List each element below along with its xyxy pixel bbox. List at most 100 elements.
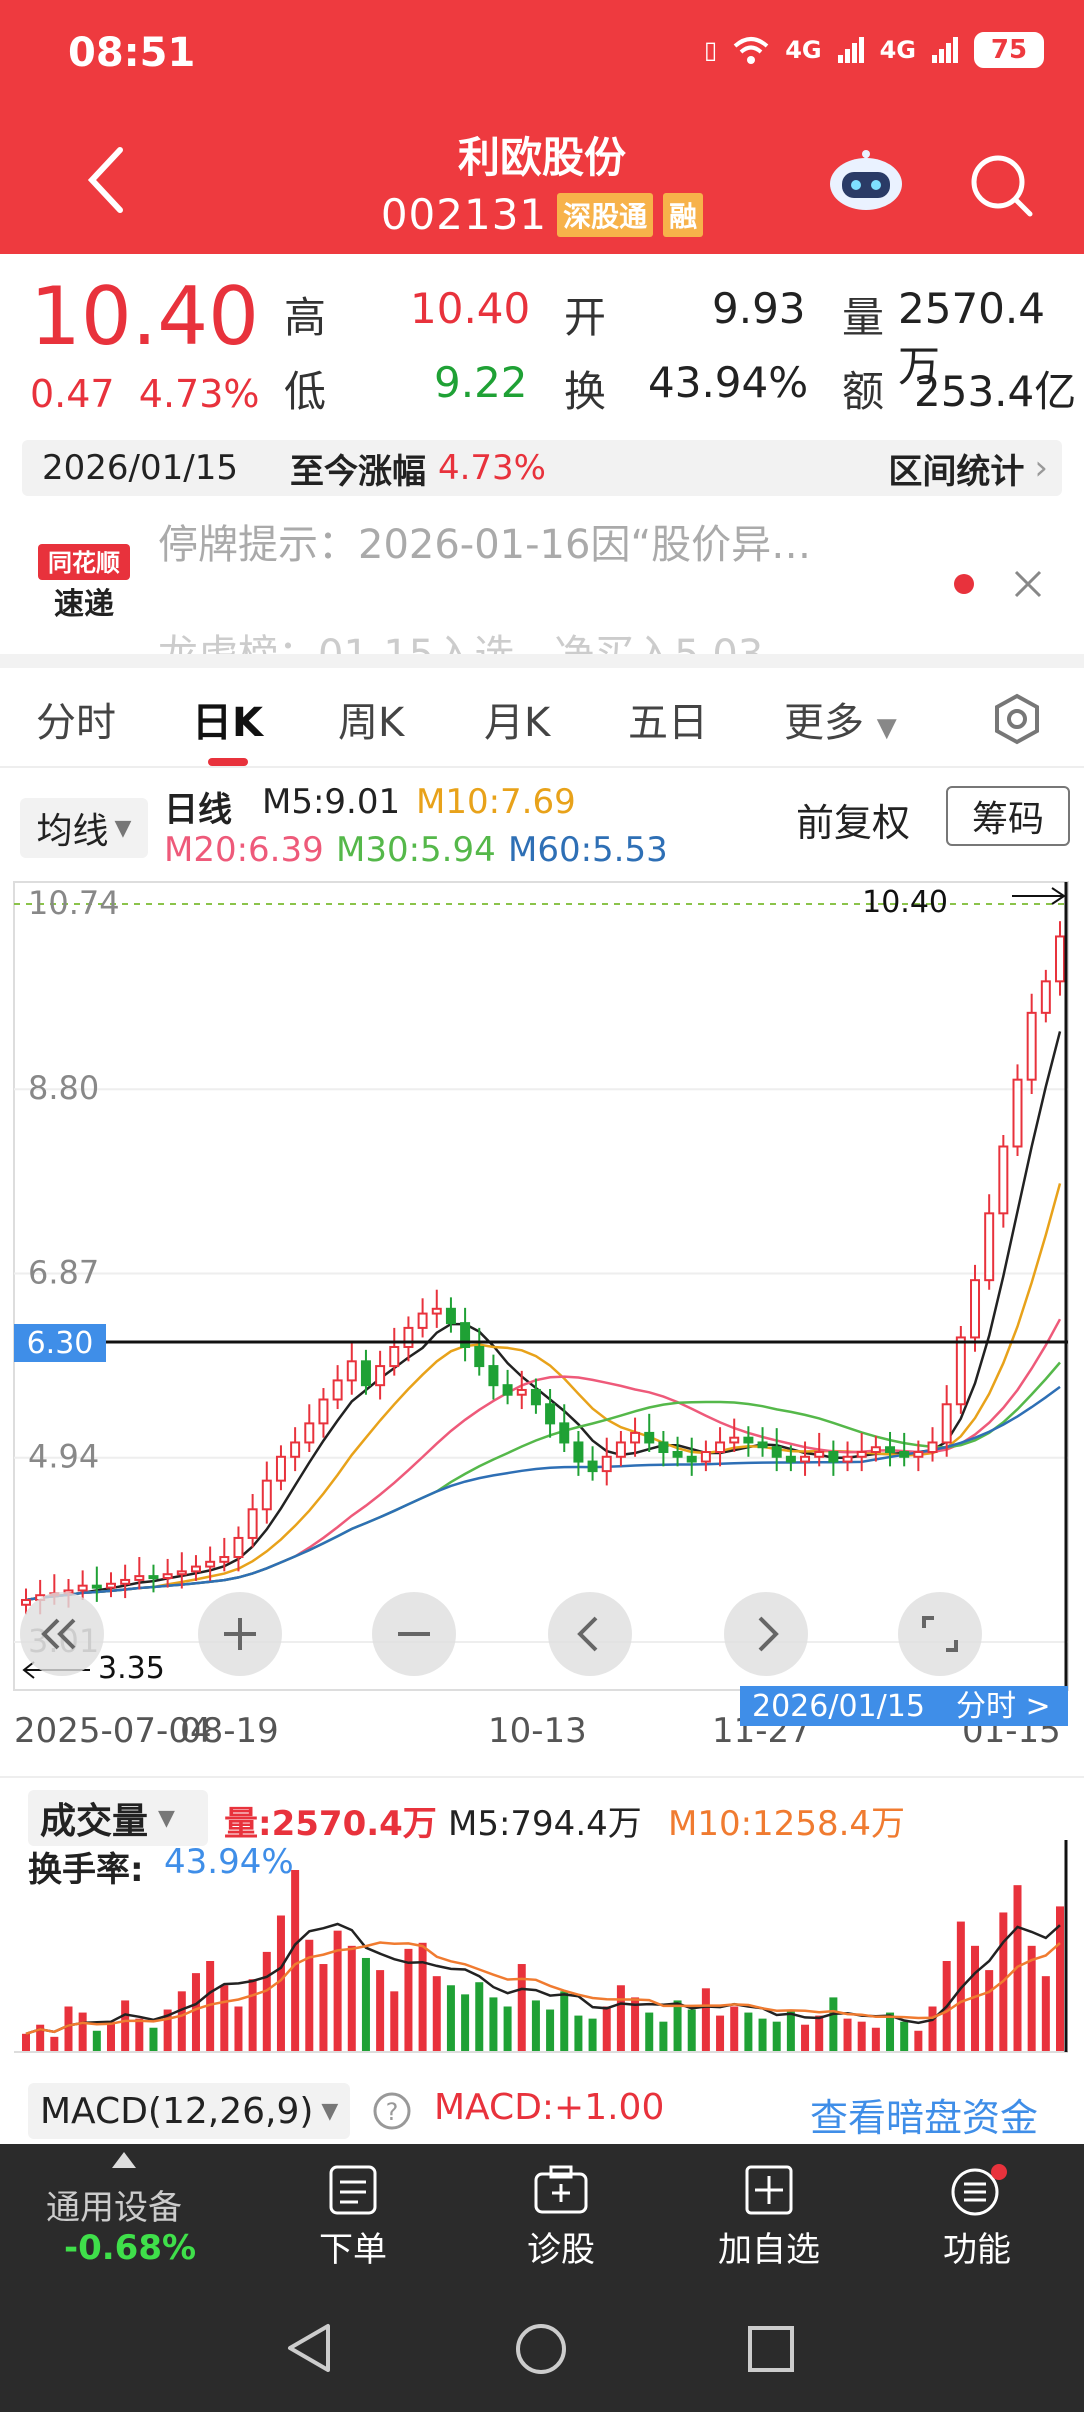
fullscreen-button[interactable] bbox=[898, 1592, 982, 1676]
connect-tag: 深股通 bbox=[557, 192, 654, 237]
adjust-button[interactable]: 前复权 bbox=[796, 792, 910, 847]
candle-body bbox=[800, 1455, 811, 1463]
tab-intraday[interactable]: 分时 bbox=[36, 690, 116, 748]
volume-bar bbox=[687, 2009, 696, 2052]
candle-body bbox=[360, 1360, 371, 1387]
add-watchlist-button[interactable]: 加自选 bbox=[694, 2164, 844, 2271]
last-price: 10.40 bbox=[30, 270, 260, 363]
volume-bar bbox=[602, 2006, 611, 2052]
news-notice[interactable]: 同花顺 速递 停牌提示：2026-01-16因“股价异… 龙虎榜：01-15入选… bbox=[0, 504, 1084, 654]
function-button[interactable]: 功能 bbox=[902, 2164, 1052, 2271]
volume-bar bbox=[673, 2000, 682, 2052]
hint-date: 2026/01/15 bbox=[752, 1689, 925, 1724]
volume-bar bbox=[234, 2006, 243, 2052]
order-button[interactable]: 下单 bbox=[278, 2164, 428, 2271]
candle-body bbox=[516, 1388, 527, 1396]
settings-icon[interactable] bbox=[990, 692, 1044, 746]
unread-dot-icon bbox=[954, 574, 974, 594]
search-icon[interactable] bbox=[966, 150, 1036, 220]
volume-bar bbox=[149, 2027, 158, 2052]
chart-gridlines bbox=[14, 903, 1068, 1643]
candle-body bbox=[757, 1441, 768, 1449]
nav-home-icon[interactable] bbox=[514, 2322, 568, 2376]
tab-weekly-k[interactable]: 周K bbox=[338, 690, 404, 748]
tab-daily-k[interactable]: 日K bbox=[192, 690, 263, 748]
amount-value: 253.4亿 bbox=[914, 367, 1077, 416]
candle-body bbox=[856, 1451, 867, 1458]
candle-body bbox=[105, 1582, 116, 1589]
candle-body bbox=[729, 1436, 740, 1444]
volume-bar bbox=[517, 1964, 526, 2052]
volume-bar bbox=[347, 1945, 356, 2052]
ma10-line bbox=[25, 1183, 1062, 1602]
ma-dropdown[interactable]: 均线 ▼ bbox=[20, 798, 148, 858]
macd-label: MACD(12,26,9) bbox=[40, 2090, 314, 2132]
tab-more-label: 更多 bbox=[784, 700, 864, 746]
volume-m10: M10:1258.4万 bbox=[668, 1804, 906, 1844]
volume-value: 量:2570.4万 bbox=[224, 1804, 437, 1844]
volume-bar bbox=[404, 1948, 413, 2052]
y-tick-label: 8.80 bbox=[28, 1069, 99, 1107]
zoom-out-button[interactable] bbox=[372, 1592, 456, 1676]
candle-body bbox=[445, 1307, 456, 1325]
candle-body bbox=[389, 1345, 400, 1368]
volume-bar bbox=[914, 2030, 923, 2052]
interval-bar[interactable]: 2026/01/15 至今涨幅 4.73% 区间统计 › bbox=[22, 440, 1062, 496]
volume-bar bbox=[560, 1991, 569, 2052]
scroll-right-button[interactable] bbox=[724, 1592, 808, 1676]
device-label[interactable]: 通用设备 bbox=[46, 2180, 182, 2229]
chips-button[interactable]: 筹码 bbox=[946, 786, 1070, 846]
hidden-fund-link[interactable]: 查看暗盘资金 bbox=[810, 2087, 1038, 2142]
volume-bar bbox=[531, 2000, 540, 2052]
vibrate-icon: ▯ bbox=[703, 36, 718, 64]
fast-back-button[interactable] bbox=[20, 1592, 104, 1676]
ma5-line bbox=[25, 1031, 1062, 1602]
active-tab-indicator bbox=[208, 758, 248, 766]
volume-bar bbox=[645, 2012, 654, 2052]
volume-dropdown[interactable]: 成交量 ▼ bbox=[28, 1790, 208, 1846]
ma5-value: M5:9.01 bbox=[262, 782, 401, 822]
caret-down-icon: ▼ bbox=[876, 713, 897, 743]
tab-five-day[interactable]: 五日 bbox=[628, 690, 708, 748]
candlestick-chart[interactable]: 10.748.806.874.943.01 2025-07-0408-1910-… bbox=[0, 878, 1084, 1758]
candle-body bbox=[21, 1598, 31, 1606]
robot-assistant-icon[interactable] bbox=[826, 148, 906, 214]
candle-body bbox=[290, 1441, 301, 1458]
volume-bar bbox=[489, 1997, 498, 2052]
candle-body bbox=[587, 1460, 598, 1473]
candle-body bbox=[205, 1560, 216, 1568]
margin-tag: 融 bbox=[663, 192, 704, 237]
candle-body bbox=[247, 1508, 258, 1539]
candle-body bbox=[91, 1584, 102, 1589]
candle-body bbox=[530, 1388, 541, 1406]
nav-recents-icon[interactable] bbox=[746, 2324, 796, 2374]
candle-body bbox=[885, 1446, 896, 1454]
macd-dropdown[interactable]: MACD(12,26,9) ▼ bbox=[28, 2083, 351, 2139]
diagnose-button[interactable]: 诊股 bbox=[486, 2164, 636, 2271]
scroll-left-button[interactable] bbox=[548, 1592, 632, 1676]
system-nav-bar bbox=[0, 2284, 1084, 2412]
price-change: 0.47 4.73% bbox=[30, 372, 260, 416]
ma-period: 日线 bbox=[164, 790, 232, 830]
interval-stats-button[interactable]: 区间统计 bbox=[888, 444, 1024, 493]
volume-bar bbox=[22, 2033, 30, 2052]
nav-back-icon[interactable] bbox=[284, 2322, 336, 2374]
candle-body bbox=[927, 1441, 938, 1454]
candle-body bbox=[955, 1336, 966, 1406]
signal-icon-2 bbox=[932, 37, 958, 63]
candle-body bbox=[700, 1451, 711, 1463]
help-icon[interactable]: ? bbox=[372, 2091, 412, 2131]
order-label: 下单 bbox=[319, 2230, 387, 2270]
interval-date: 2026/01/15 bbox=[42, 448, 238, 488]
volume-bar bbox=[461, 1994, 470, 2052]
candle-body bbox=[134, 1575, 145, 1581]
candle-body bbox=[630, 1431, 641, 1444]
candle-body bbox=[814, 1451, 825, 1458]
tab-more[interactable]: 更多 ▼ bbox=[784, 690, 897, 748]
close-icon[interactable] bbox=[1012, 568, 1044, 600]
amount-label: 额 bbox=[842, 367, 885, 416]
volume-bar bbox=[871, 2027, 880, 2052]
volume-bar bbox=[64, 2006, 73, 2052]
tab-monthly-k[interactable]: 月K bbox=[484, 690, 550, 748]
zoom-in-button[interactable] bbox=[198, 1592, 282, 1676]
